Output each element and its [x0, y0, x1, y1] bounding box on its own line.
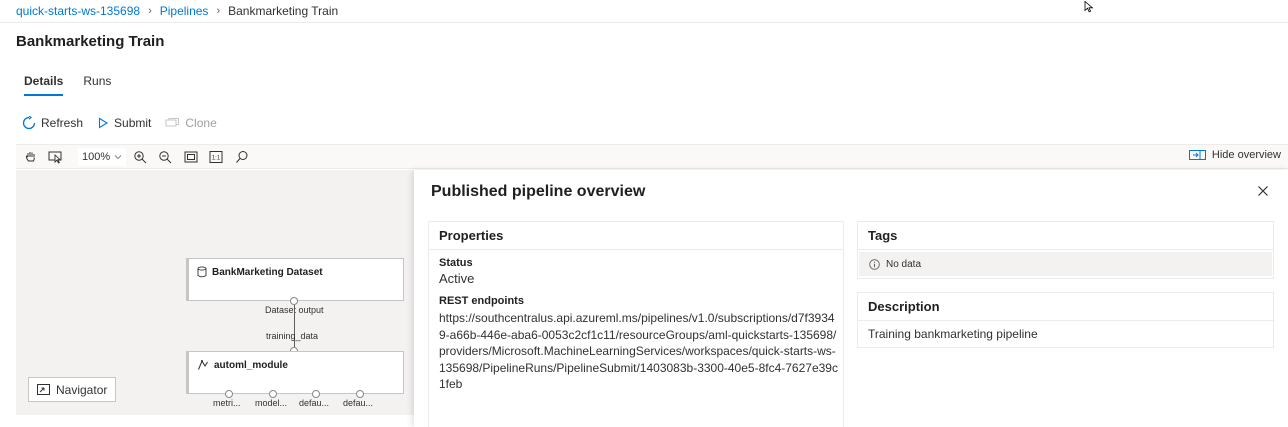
mouse-cursor-icon: [1084, 0, 1096, 18]
submit-label: Submit: [114, 116, 152, 130]
clone-icon: [165, 118, 180, 127]
header-divider: [0, 22, 1288, 23]
chevron-right-icon: ›: [216, 5, 221, 17]
panel-collapse-icon: [1188, 150, 1206, 160]
clone-label: Clone: [185, 116, 217, 130]
dataset-node[interactable]: BankMarketing Dataset: [186, 258, 404, 301]
refresh-button[interactable]: Refresh: [22, 116, 83, 130]
output-port[interactable]: [312, 390, 320, 398]
svg-text:1:1: 1:1: [212, 156, 221, 162]
status-label: Status: [439, 257, 473, 269]
submit-button[interactable]: Submit: [97, 116, 151, 130]
clone-button[interactable]: Clone: [165, 116, 217, 130]
breadcrumb-workspace-link[interactable]: quick-starts-ws-135698: [16, 4, 140, 18]
zoom-value: 100%: [82, 151, 111, 163]
navigator-button[interactable]: Navigator: [28, 377, 117, 402]
fit-to-screen-icon[interactable]: [184, 149, 198, 165]
close-icon[interactable]: [1257, 184, 1269, 196]
tags-card: Tags No data: [857, 221, 1274, 279]
breadcrumb: quick-starts-ws-135698 › Pipelines › Ban…: [16, 3, 338, 19]
output-port[interactable]: [225, 390, 233, 398]
zoom-dropdown[interactable]: 100%: [78, 148, 127, 166]
description-header: Description: [858, 293, 1273, 321]
tab-bar: Details Runs: [24, 74, 111, 96]
chevron-right-icon: ›: [148, 5, 152, 17]
tags-header: Tags: [858, 222, 1273, 250]
automl-module-icon: [198, 359, 208, 370]
navigator-icon: [37, 384, 50, 395]
dataset-node-label: BankMarketing Dataset: [212, 266, 323, 278]
info-icon: [869, 258, 880, 270]
properties-card: Properties Status Active REST endpoints …: [428, 221, 844, 427]
database-icon: [197, 266, 207, 278]
no-data-message: No data: [859, 252, 1272, 276]
actual-size-icon[interactable]: 1:1: [209, 149, 223, 165]
pan-hand-icon[interactable]: [24, 149, 38, 165]
zoom-out-icon[interactable]: [158, 149, 172, 165]
search-icon[interactable]: [235, 149, 249, 165]
refresh-label: Refresh: [41, 116, 84, 130]
pipeline-canvas[interactable]: BankMarketing Dataset Dataset output tra…: [16, 170, 414, 415]
breadcrumb-pipelines-link[interactable]: Pipelines: [160, 4, 209, 18]
overview-panel: Published pipeline overview Properties S…: [414, 170, 1288, 427]
navigator-label: Navigator: [56, 382, 108, 397]
automl-node-label: automl_module: [214, 359, 288, 371]
automl-output-label: defau...: [343, 398, 374, 408]
automl-output-label: defau...: [299, 398, 330, 408]
rest-endpoints-label: REST endpoints: [439, 295, 524, 307]
automl-output-label: model...: [255, 398, 288, 408]
chevron-down-icon: [114, 155, 122, 160]
breadcrumb-current: Bankmarketing Train: [228, 4, 339, 18]
hide-overview-button[interactable]: Hide overview: [1188, 149, 1281, 161]
output-port[interactable]: [356, 390, 364, 398]
overview-title: Published pipeline overview: [431, 183, 646, 200]
command-bar: Refresh Submit Clone: [22, 116, 217, 130]
tab-details[interactable]: Details: [24, 74, 64, 96]
refresh-icon: [22, 116, 36, 130]
canvas-toolbar: 100% 1:1 Hide overview: [16, 144, 1288, 169]
tab-runs[interactable]: Runs: [83, 74, 111, 96]
hide-overview-label: Hide overview: [1211, 149, 1281, 161]
description-text: Training bankmarketing pipeline: [868, 327, 1038, 341]
rest-endpoint-value: https://southcentralus.api.azureml.ms/pi…: [439, 311, 838, 391]
edge-label: training_data: [266, 331, 319, 341]
page-title: Bankmarketing Train: [16, 33, 165, 50]
description-card: Description Training bankmarketing pipel…: [857, 292, 1274, 348]
properties-header: Properties: [429, 222, 843, 250]
select-mode-icon[interactable]: [48, 149, 63, 165]
automl-node[interactable]: automl_module: [186, 351, 404, 394]
play-icon: [98, 117, 109, 129]
automl-output-label: metri...: [213, 398, 241, 408]
no-data-label: No data: [886, 258, 922, 270]
zoom-in-icon[interactable]: [133, 149, 147, 165]
status-value: Active: [439, 271, 475, 286]
output-port[interactable]: [290, 297, 298, 305]
output-port[interactable]: [269, 390, 277, 398]
